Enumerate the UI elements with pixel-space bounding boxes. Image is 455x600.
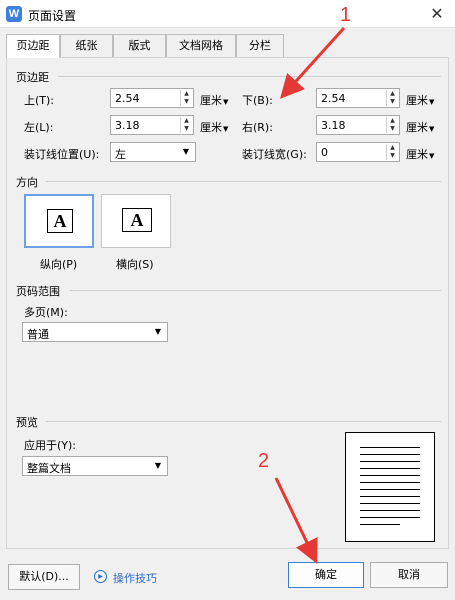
portrait-label[interactable]: 纵向(P) xyxy=(40,256,77,272)
spinner-arrows-icon[interactable]: ▲ ▼ xyxy=(180,117,192,133)
chevron-down-icon: ▼ xyxy=(429,98,435,106)
annotation-number-1: 1 xyxy=(340,4,352,26)
multiple-pages-select[interactable]: 普通 ▼ xyxy=(22,322,168,342)
chevron-down-icon: ▼ xyxy=(429,152,435,160)
preview-text-line xyxy=(360,496,420,497)
spinner-arrows-icon[interactable]: ▲ ▼ xyxy=(386,90,398,106)
gutter-spinner[interactable]: 0 ▲ ▼ xyxy=(316,142,400,162)
orientation-group-label: 方向 xyxy=(16,176,38,189)
orientation-divider xyxy=(46,181,441,182)
bottom-margin-spinner[interactable]: 2.54 ▲ ▼ xyxy=(316,88,400,108)
margins-divider xyxy=(58,76,441,77)
page-range-group-label: 页码范围 xyxy=(16,285,60,298)
landscape-page-icon: A xyxy=(122,208,152,232)
portrait-page-icon: A xyxy=(47,209,73,233)
right-margin-value: 3.18 xyxy=(321,119,346,132)
gutter-position-select[interactable]: 左 ▼ xyxy=(110,142,196,162)
bottom-margin-label: 下(B): xyxy=(242,94,273,107)
preview-text-line xyxy=(360,510,420,511)
spinner-arrows-icon[interactable]: ▲ ▼ xyxy=(386,144,398,160)
title-bar: W 页面设置 ✕ xyxy=(0,0,455,28)
preview-text-line xyxy=(360,475,420,476)
cancel-button[interactable]: 取消 xyxy=(370,562,448,588)
preview-text-line xyxy=(360,461,420,462)
play-circle-icon[interactable]: ▶ xyxy=(94,570,107,583)
tab-paper[interactable]: 纸张 xyxy=(60,34,113,57)
top-margin-value: 2.54 xyxy=(115,92,140,105)
close-button[interactable]: ✕ xyxy=(427,4,447,24)
right-margin-label: 右(R): xyxy=(242,121,273,134)
preview-text-line xyxy=(360,524,400,525)
multiple-pages-value: 普通 xyxy=(27,328,49,341)
preview-text-line xyxy=(360,489,420,490)
preview-text-line xyxy=(360,447,420,448)
portrait-option[interactable]: A xyxy=(24,194,94,248)
right-margin-spinner[interactable]: 3.18 ▲ ▼ xyxy=(316,115,400,135)
bottom-margin-unit[interactable]: 厘米▼ xyxy=(406,92,434,108)
multiple-pages-label: 多页(M): xyxy=(24,306,68,319)
chevron-down-icon: ▼ xyxy=(182,147,189,156)
left-margin-label: 左(L): xyxy=(24,121,54,134)
chevron-down-icon: ▼ xyxy=(154,461,161,470)
chevron-down-icon: ▼ xyxy=(154,327,161,336)
preview-group-label: 预览 xyxy=(16,416,38,429)
top-margin-label: 上(T): xyxy=(24,94,55,107)
gutter-position-value: 左 xyxy=(115,148,126,161)
annotation-number-2: 2 xyxy=(258,450,270,472)
gutter-value: 0 xyxy=(321,146,328,159)
preview-text-line xyxy=(360,468,420,469)
preview-text-line xyxy=(360,503,420,504)
landscape-option[interactable]: A xyxy=(101,194,171,248)
chevron-down-icon: ▼ xyxy=(223,98,229,106)
tips-link[interactable]: 操作技巧 xyxy=(113,570,157,586)
tab-document-grid[interactable]: 文档网格 xyxy=(166,34,236,57)
right-margin-unit[interactable]: 厘米▼ xyxy=(406,119,434,135)
left-margin-value: 3.18 xyxy=(115,119,140,132)
chevron-down-icon: ▼ xyxy=(429,125,435,133)
left-margin-unit[interactable]: 厘米▼ xyxy=(200,119,228,135)
tab-columns[interactable]: 分栏 xyxy=(236,34,284,57)
spinner-arrows-icon[interactable]: ▲ ▼ xyxy=(386,117,398,133)
gutter-unit[interactable]: 厘米▼ xyxy=(406,146,434,162)
page-range-divider xyxy=(70,290,441,291)
window-title: 页面设置 xyxy=(28,9,77,23)
top-margin-unit[interactable]: 厘米▼ xyxy=(200,92,228,108)
preview-divider xyxy=(46,421,441,422)
chevron-down-icon: ▼ xyxy=(223,125,229,133)
default-button[interactable]: 默认(D)... xyxy=(8,564,80,590)
tab-margins[interactable]: 页边距 xyxy=(6,34,60,58)
top-margin-spinner[interactable]: 2.54 ▲ ▼ xyxy=(110,88,194,108)
preview-page xyxy=(345,432,435,542)
preview-text-line xyxy=(360,482,420,483)
spinner-arrows-icon[interactable]: ▲ ▼ xyxy=(180,90,192,106)
apply-to-value: 整篇文档 xyxy=(27,462,71,475)
ok-button[interactable]: 确定 xyxy=(288,562,364,588)
wps-writer-icon: W xyxy=(6,6,22,22)
gutter-label: 装订线宽(G): xyxy=(242,148,307,161)
tab-layout[interactable]: 版式 xyxy=(113,34,166,57)
apply-to-select[interactable]: 整篇文档 ▼ xyxy=(22,456,168,476)
bottom-margin-value: 2.54 xyxy=(321,92,346,105)
apply-to-label: 应用于(Y): xyxy=(24,439,77,452)
margins-group-label: 页边距 xyxy=(16,71,49,84)
gutter-position-label: 装订线位置(U): xyxy=(24,148,100,161)
landscape-label[interactable]: 横向(S) xyxy=(116,256,154,272)
preview-text-line xyxy=(360,454,420,455)
left-margin-spinner[interactable]: 3.18 ▲ ▼ xyxy=(110,115,194,135)
preview-text-line xyxy=(360,517,420,518)
